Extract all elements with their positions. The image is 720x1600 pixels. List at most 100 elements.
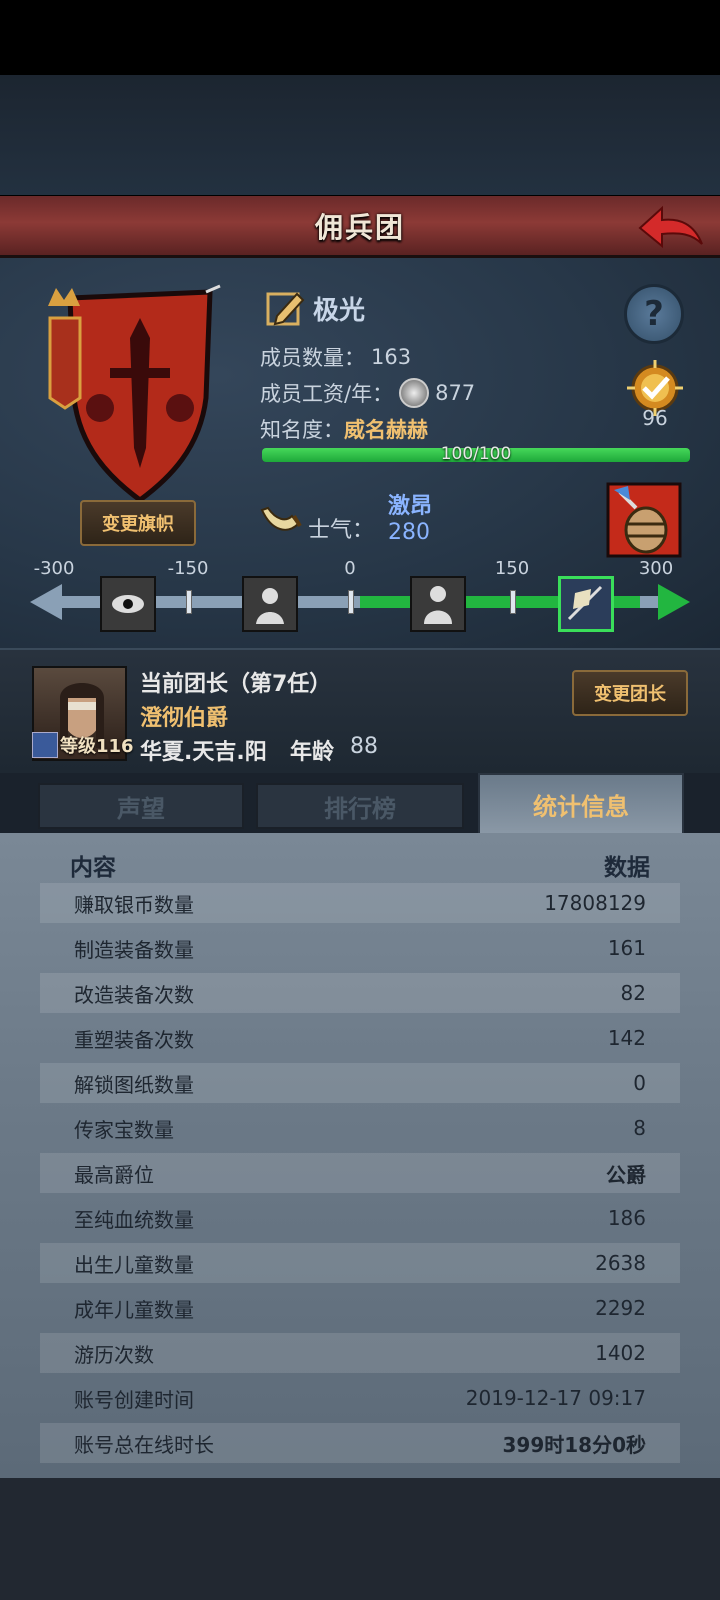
despair-state-icon[interactable] <box>100 576 156 632</box>
stat-value: 142 <box>607 1026 646 1050</box>
table-row: 账号总在线时长 399时18分0秒 <box>40 1423 680 1463</box>
stats-header: 内容 数据 <box>40 843 680 887</box>
scale-label-low: -150 <box>167 558 209 579</box>
table-row: 制造装备数量 161 <box>40 928 680 968</box>
scale-tick <box>510 590 516 614</box>
leader-panel: 等级116 当前团长（第7任） 澄彻伯爵 华夏.天吉.阳 年龄 88 变更团长 <box>0 648 720 773</box>
stat-value: 8 <box>633 1116 646 1140</box>
top-background <box>0 75 720 195</box>
stat-value: 1402 <box>595 1341 646 1365</box>
stat-key: 成年儿童数量 <box>74 1297 194 1322</box>
table-row: 至纯血统数量 186 <box>40 1198 680 1238</box>
stat-value: 2292 <box>595 1296 646 1320</box>
members-label: 成员数量： <box>260 346 365 370</box>
scale-tick <box>348 590 354 614</box>
tab-bar: 声望 排行榜 统计信息 <box>0 773 720 833</box>
stat-key: 重塑装备次数 <box>74 1027 194 1052</box>
stat-value: 82 <box>620 981 646 1005</box>
stat-value: 161 <box>607 936 646 960</box>
tab-ranking[interactable]: 排行榜 <box>256 783 464 829</box>
stat-key: 账号创建时间 <box>74 1387 194 1412</box>
fame-label: 知名度： <box>260 418 344 442</box>
stat-key: 游历次数 <box>74 1342 154 1367</box>
excited-state-icon[interactable] <box>558 576 614 632</box>
table-row: 最高爵位 公爵 <box>40 1153 680 1193</box>
change-leader-button[interactable]: 变更团长 <box>572 670 688 716</box>
table-row: 解锁图纸数量 0 <box>40 1063 680 1103</box>
scale-label-min: -300 <box>33 558 75 579</box>
silver-coin-icon <box>399 378 430 408</box>
leader-level: 等级116 <box>60 736 134 757</box>
table-row: 成年儿童数量 2292 <box>40 1288 680 1328</box>
salary-value: 877 <box>435 381 476 405</box>
leader-title: 当前团长（第7任） <box>140 672 332 697</box>
members-count: 163 <box>371 345 412 369</box>
stat-value: 0 <box>633 1071 646 1095</box>
leader-level-badge: 等级116 <box>32 732 134 758</box>
fear-state-icon[interactable] <box>242 576 298 632</box>
stats-table: 内容 数据 赚取银币数量 17808129 制造装备数量 161 改造装备次数 … <box>0 833 720 1478</box>
stat-value: 2638 <box>595 1251 646 1275</box>
fame-line: 知名度： 威名赫赫 <box>260 414 428 444</box>
table-row: 赚取银币数量 17808129 <box>40 883 680 923</box>
scale-label-max: 300 <box>638 558 674 579</box>
guild-info-panel: 变更旗帜 极光 ? 成员数量： 163 成员工资/年： 877 知名度： 威名赫… <box>0 258 720 648</box>
salary-label: 成员工资/年： <box>260 382 394 406</box>
stat-key: 账号总在线时长 <box>74 1432 214 1457</box>
leader-rank: 澄彻伯爵 <box>140 706 229 731</box>
back-button[interactable] <box>636 202 706 252</box>
status-bar <box>0 0 720 75</box>
tab-statistics[interactable]: 统计信息 <box>478 773 684 833</box>
stat-key: 传家宝数量 <box>74 1117 174 1142</box>
stat-key: 制造装备数量 <box>74 937 194 962</box>
stat-key: 解锁图纸数量 <box>74 1072 194 1097</box>
table-row: 出生儿童数量 2638 <box>40 1243 680 1283</box>
stat-key: 至纯血统数量 <box>74 1207 194 1232</box>
scale-tick <box>186 590 192 614</box>
members-line: 成员数量： 163 <box>260 342 411 372</box>
achievement-value: 96 <box>642 406 668 430</box>
morale-state: 激昂 <box>388 494 433 519</box>
stat-key: 出生儿童数量 <box>74 1252 194 1277</box>
leader-age-label: 年龄 <box>290 740 335 765</box>
calm-state-icon[interactable] <box>410 576 466 632</box>
morale-label: 士气： <box>308 518 375 543</box>
scale-label-zero: 0 <box>344 558 356 579</box>
table-row: 游历次数 1402 <box>40 1333 680 1373</box>
scale-arrow-right <box>658 584 690 620</box>
table-row: 重塑装备次数 142 <box>40 1018 680 1058</box>
bottom-bar <box>0 1478 720 1600</box>
page-title: 佣兵团 <box>314 210 405 244</box>
stat-value: 399时18分0秒 <box>502 1432 647 1457</box>
stat-value: 186 <box>607 1206 646 1230</box>
salary-line: 成员工资/年： 877 <box>260 378 475 408</box>
scale-arrow-left <box>30 584 62 620</box>
barrel-icon[interactable] <box>606 482 682 558</box>
question-icon: ? <box>644 294 664 334</box>
morale-scale: -300 -150 0 150 300 <box>30 558 690 638</box>
back-arrow-icon <box>638 205 703 249</box>
stat-value: 公爵 <box>606 1162 646 1187</box>
column-data-header: 数据 <box>604 855 650 881</box>
column-content-header: 内容 <box>70 855 116 881</box>
fame-value: 威名赫赫 <box>344 418 428 442</box>
title-bar: 佣兵团 <box>0 196 720 258</box>
help-button[interactable]: ? <box>624 284 684 344</box>
scale-label-high: 150 <box>494 558 530 579</box>
table-row: 账号创建时间 2019-12-17 09:17 <box>40 1378 680 1418</box>
change-flag-button[interactable]: 变更旗帜 <box>80 500 196 546</box>
stat-key: 赚取银币数量 <box>74 892 194 917</box>
stat-value: 17808129 <box>544 891 646 915</box>
fame-progress-text: 100/100 <box>440 444 512 464</box>
morale-value: 280 <box>388 520 430 545</box>
leader-name: 华夏.天吉.阳 <box>140 740 267 765</box>
guild-banner-icon <box>48 284 221 504</box>
edit-name-icon[interactable] <box>265 288 305 328</box>
guild-name: 极光 <box>313 295 366 326</box>
stat-value: 2019-12-17 09:17 <box>465 1386 646 1410</box>
horn-icon <box>260 506 302 531</box>
table-row: 改造装备次数 82 <box>40 973 680 1013</box>
sword-icon <box>32 732 58 758</box>
tab-reputation[interactable]: 声望 <box>38 783 244 829</box>
stat-key: 最高爵位 <box>74 1162 154 1187</box>
